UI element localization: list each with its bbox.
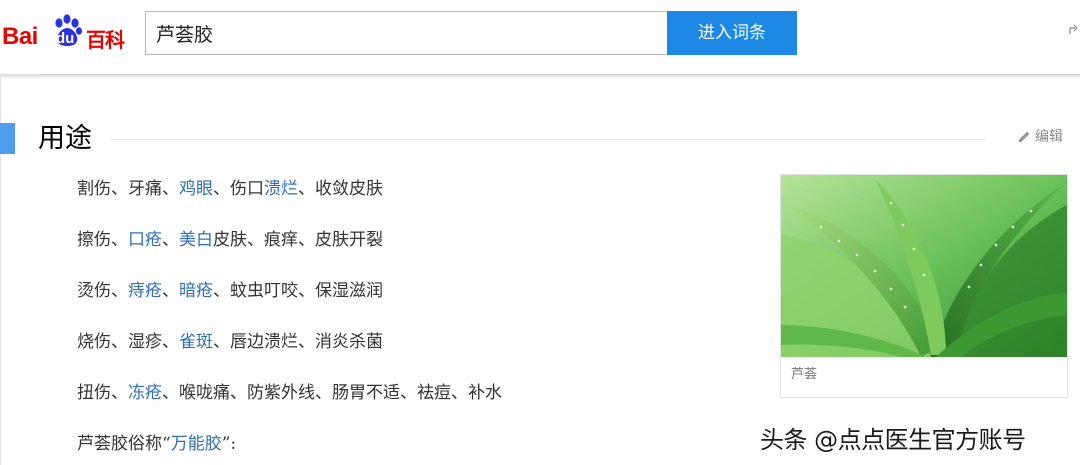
section-marker xyxy=(0,123,15,154)
usage-line: 扭伤、冻疮、喉咙痛、防紫外线、肠胃不适、祛痘、补水 xyxy=(77,380,757,431)
term-link[interactable]: 冻疮 xyxy=(128,383,162,403)
term-link[interactable]: 暗疮 xyxy=(179,281,213,301)
usage-text: 、 xyxy=(162,230,179,250)
term-link[interactable]: 美白 xyxy=(179,230,213,250)
usage-text: 擦伤、 xyxy=(77,230,128,250)
edit-link[interactable]: 编辑 xyxy=(1018,127,1063,147)
usage-text: 皮肤、痕痒、皮肤开裂 xyxy=(213,230,383,250)
usage-text: 、收敛皮肤 xyxy=(298,179,383,199)
term-link[interactable]: 痔疮 xyxy=(128,281,162,301)
term-link[interactable]: 万能胶 xyxy=(171,434,222,454)
aloe-plant-photo[interactable] xyxy=(781,175,1067,357)
edit-label: 编辑 xyxy=(1035,129,1063,145)
usage-text: 、唇边溃烂、消炎杀菌 xyxy=(213,332,383,352)
header-divider xyxy=(40,74,1080,75)
usage-text: 芦荟胶俗称“ xyxy=(77,434,171,454)
usage-line: 烧伤、湿疹、雀斑、唇边溃烂、消炎杀菌 xyxy=(77,329,757,380)
term-link[interactable]: 溃烂 xyxy=(264,179,298,199)
usage-line: 擦伤、口疮、美白皮肤、痕痒、皮肤开裂 xyxy=(77,227,757,278)
baidu-baike-logo[interactable]: Bai du 百科 xyxy=(2,14,137,54)
usage-line: 芦荟胶俗称“万能胶”: xyxy=(77,431,757,465)
usage-line: 烫伤、痔疮、暗疮、蚊虫叮咬、保湿滋润 xyxy=(77,278,757,329)
search-input[interactable] xyxy=(145,11,668,55)
logo-baike-text: 百科 xyxy=(86,28,125,52)
usage-text: 、伤口 xyxy=(213,179,264,199)
usage-text: 烧伤、湿疹、 xyxy=(77,332,179,352)
logo-bai-text: Bai xyxy=(2,23,38,50)
pencil-icon xyxy=(1019,131,1030,142)
share-icon[interactable] xyxy=(1068,22,1080,36)
term-link[interactable]: 雀斑 xyxy=(179,332,213,352)
usage-text: 烫伤、 xyxy=(77,281,128,301)
usage-text: 、蚊虫叮咬、保湿滋润 xyxy=(213,281,383,301)
usage-line: 割伤、牙痛、鸡眼、伤口溃烂、收敛皮肤 xyxy=(77,176,757,227)
usage-list: 割伤、牙痛、鸡眼、伤口溃烂、收敛皮肤 擦伤、口疮、美白皮肤、痕痒、皮肤开裂 烫伤、痔… xyxy=(77,176,757,465)
usage-text: 扭伤、 xyxy=(77,383,128,403)
term-link[interactable]: 鸡眼 xyxy=(179,179,213,199)
usage-text: 、 xyxy=(162,281,179,301)
enter-entry-button[interactable]: 进入词条 xyxy=(667,11,797,55)
term-link[interactable]: 口疮 xyxy=(128,230,162,250)
usage-text: 、喉咙痛、防紫外线、肠胃不适、祛痘、补水 xyxy=(162,383,502,403)
usage-text: 割伤、牙痛、 xyxy=(77,179,179,199)
source-watermark: 头条 @点点医生官方账号 xyxy=(760,426,1026,454)
top-header: Bai du 百科 进入词条 xyxy=(0,0,1080,76)
usage-text: ”: xyxy=(221,434,237,454)
logo-du-text: du xyxy=(56,30,75,47)
aloe-figure[interactable]: 芦荟 xyxy=(780,174,1068,398)
section-divider xyxy=(110,139,986,140)
section-title: 用途 xyxy=(38,123,92,154)
figure-caption: 芦荟 xyxy=(791,367,818,382)
